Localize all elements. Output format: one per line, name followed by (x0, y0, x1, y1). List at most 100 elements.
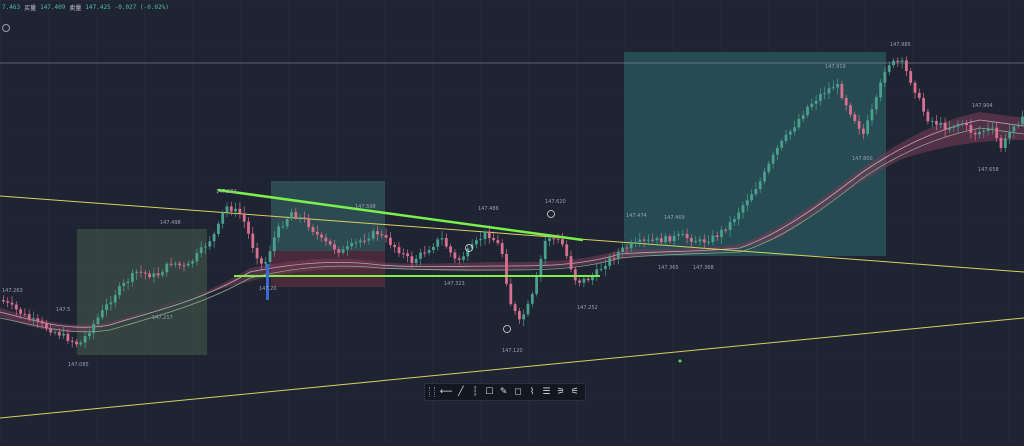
price-label: 147.498 (160, 220, 181, 226)
candle (711, 235, 715, 242)
candle (647, 239, 650, 241)
drawing-toolbar[interactable]: ⟵ ╱ ┆ ☐ ✎ ◻ ⌇ ☰ ⚞ ⚟ (424, 383, 586, 401)
candle (139, 271, 143, 273)
candle (750, 194, 753, 201)
candle (75, 341, 78, 345)
candle (234, 208, 237, 212)
candle (221, 212, 225, 224)
candle (625, 247, 629, 249)
candle (930, 120, 934, 122)
price-label: 147.919 (825, 64, 846, 70)
zone-box-right[interactable] (624, 52, 886, 256)
candle (32, 318, 35, 320)
price-label: 147.469 (664, 215, 685, 221)
candle (745, 200, 749, 206)
candle (238, 208, 242, 214)
candle (40, 320, 44, 324)
candle (217, 223, 220, 234)
candle (113, 295, 117, 303)
candle (45, 323, 48, 329)
brush-tool[interactable]: ✎ (497, 386, 509, 399)
candle (612, 257, 616, 259)
candle (371, 231, 375, 239)
chart-area[interactable]: 147.263 147.5 147.085 147.498 147.217 147.582… (0, 0, 1024, 442)
candle (324, 237, 328, 242)
rectangle-tool[interactable]: ☐ (483, 386, 495, 399)
candle (810, 103, 814, 107)
header-value: 买量 (24, 4, 37, 12)
candle (573, 269, 577, 281)
candle (264, 261, 268, 264)
candle (973, 132, 977, 135)
candle (741, 205, 745, 213)
price-label: 147.474 (626, 213, 647, 219)
price-label: 147.5 (56, 307, 70, 313)
candle (556, 238, 560, 240)
candle (999, 138, 1003, 148)
candle (496, 240, 500, 244)
candle (754, 189, 758, 195)
candle (685, 233, 689, 239)
candle (462, 256, 465, 260)
header-value: 卖量 (69, 4, 82, 12)
price-label: 147.323 (444, 281, 465, 287)
candle (1021, 116, 1024, 125)
candle (690, 238, 693, 242)
price-label: 147.582 (216, 189, 237, 195)
candle (367, 238, 371, 241)
candle (943, 122, 947, 130)
candle (720, 229, 723, 238)
symbol-header: 7.463 买量 147.409 卖量 147.425 -0.027 (-0.02%) (0, 0, 1024, 14)
fib-retracement-tool[interactable]: ☰ (540, 386, 552, 399)
price-label: 147.368 (693, 265, 714, 271)
candle (358, 240, 362, 243)
horizontal-line-tool[interactable]: ⟵ (440, 386, 453, 399)
candle (195, 253, 199, 262)
candle (143, 272, 147, 274)
candle (492, 238, 495, 241)
vertical-line-tool[interactable]: ┆ (469, 386, 481, 399)
candle (122, 282, 126, 287)
candle (655, 238, 659, 241)
candle (62, 333, 65, 336)
candle (298, 217, 302, 219)
candle (952, 126, 956, 128)
candle (2, 300, 5, 302)
candle (247, 221, 250, 234)
candle (88, 333, 91, 337)
callout-tool[interactable]: ◻ (512, 386, 524, 399)
grip-icon[interactable] (429, 387, 435, 397)
trend-line-tool[interactable]: ╱ (455, 386, 467, 399)
path-tool[interactable]: ⌇ (526, 386, 538, 399)
candle (896, 60, 900, 62)
candle (629, 243, 633, 249)
candle (281, 226, 285, 228)
candle (419, 252, 422, 259)
candle (698, 239, 702, 242)
candle (969, 125, 973, 133)
price-label: 147.20 (259, 286, 277, 292)
candle (518, 311, 521, 320)
candle (586, 278, 590, 281)
zone-box-left[interactable] (77, 229, 207, 355)
candle (651, 239, 655, 241)
candle (397, 247, 401, 254)
price-label: 147.620 (545, 199, 566, 205)
collapse-icon[interactable] (2, 24, 10, 32)
candle (285, 218, 289, 227)
candle (509, 283, 513, 305)
candle (530, 294, 534, 304)
long-position-tool[interactable]: ⚞ (555, 386, 567, 399)
candle (6, 301, 10, 303)
price-label: 147.598 (355, 204, 376, 210)
candle (681, 233, 685, 235)
price-chart[interactable]: 147.263 147.5 147.085 147.498 147.217 147.582… (0, 0, 1024, 442)
candle (109, 302, 113, 305)
candle (831, 87, 835, 89)
short-position-tool[interactable]: ⚟ (569, 386, 581, 399)
candle (307, 219, 311, 228)
candle (457, 258, 461, 260)
candle (913, 82, 917, 93)
price-label: 147.904 (972, 103, 993, 109)
candle (118, 286, 121, 296)
